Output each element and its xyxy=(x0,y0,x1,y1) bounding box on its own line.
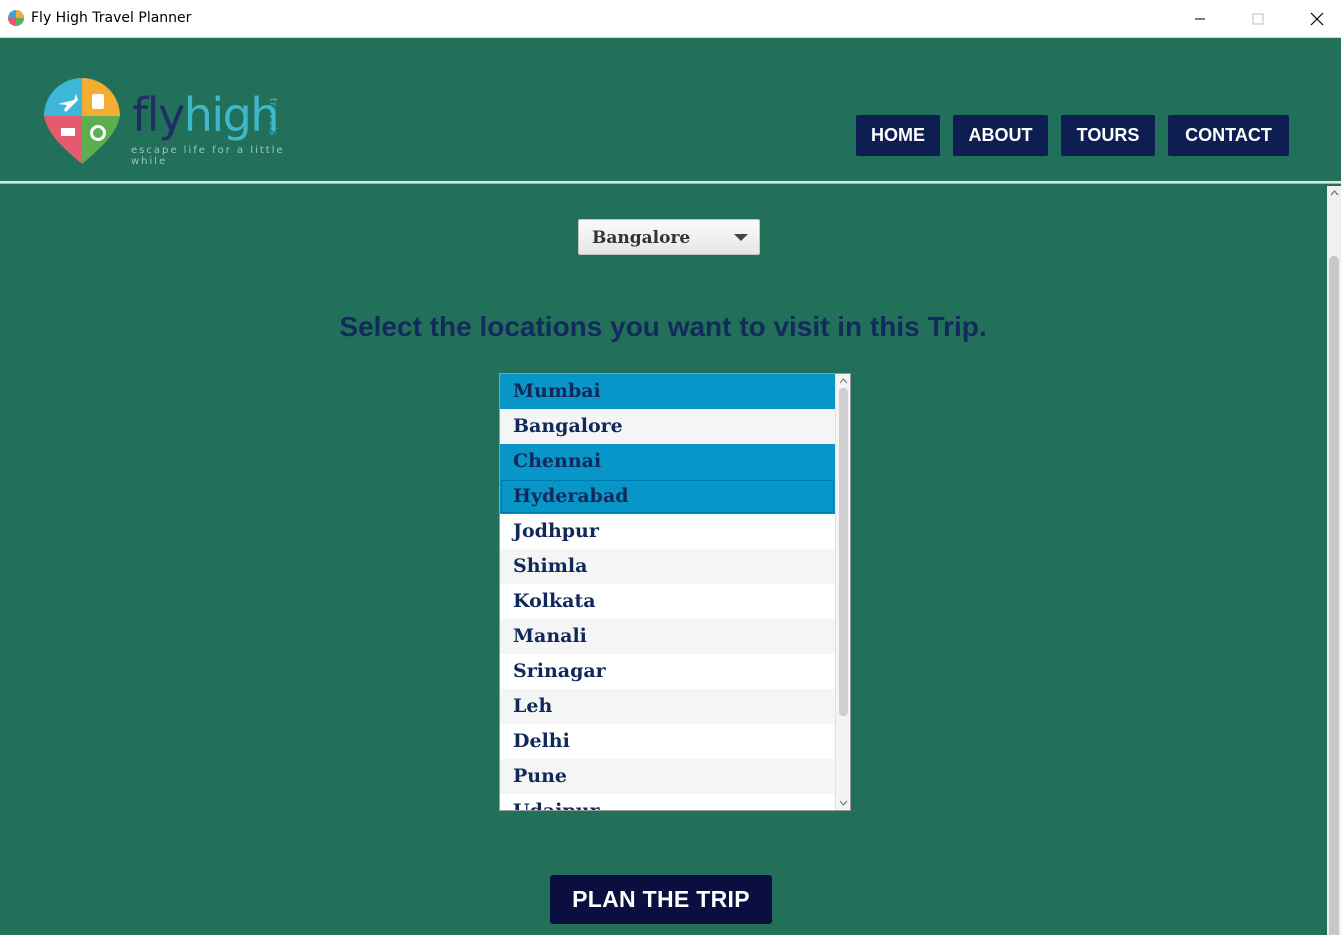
page-scroll-thumb[interactable] xyxy=(1329,256,1339,935)
location-item-srinagar[interactable]: Srinagar xyxy=(500,654,835,689)
globe-app-icon xyxy=(8,10,24,26)
list-scroll-up-button[interactable] xyxy=(836,374,850,388)
location-item-leh[interactable]: Leh xyxy=(500,689,835,724)
minimize-button[interactable] xyxy=(1171,0,1229,38)
close-button[interactable] xyxy=(1288,0,1341,38)
logo-fly-text: fly xyxy=(132,88,185,142)
window-titlebar: Fly High Travel Planner xyxy=(0,0,1341,38)
maximize-icon xyxy=(1252,13,1264,25)
list-scroll-down-button[interactable] xyxy=(836,796,850,810)
minimize-icon xyxy=(1195,18,1205,20)
logo-side-text: travels xyxy=(267,98,278,136)
location-item-shimla[interactable]: Shimla xyxy=(500,549,835,584)
location-item-chennai[interactable]: Chennai xyxy=(500,444,835,479)
location-item-pune[interactable]: Pune xyxy=(500,759,835,794)
source-city-dropdown[interactable]: Bangalore xyxy=(578,219,760,255)
locations-list[interactable]: Mumbai Bangalore Chennai Hyderabad Jodhpur Sh… xyxy=(500,374,835,810)
page-scrollbar[interactable] xyxy=(1327,186,1341,935)
scroll-up-button[interactable] xyxy=(1327,186,1341,200)
logo-tagline: escape life for a little while xyxy=(131,145,285,167)
site-header: flyhigh travels escape life for a little… xyxy=(0,38,1341,183)
source-city-value: Bangalore xyxy=(592,228,691,248)
location-item-delhi[interactable]: Delhi xyxy=(500,724,835,759)
list-scrollbar[interactable] xyxy=(835,374,850,810)
nav-home-button[interactable]: HOME xyxy=(856,115,940,156)
chevron-up-icon xyxy=(1330,190,1338,196)
plan-trip-button[interactable]: PLAN THE TRIP xyxy=(550,875,772,924)
location-item-mumbai[interactable]: Mumbai xyxy=(500,374,835,409)
location-item-hyderabad[interactable]: Hyderabad xyxy=(500,479,835,514)
nav-contact-button[interactable]: CONTACT xyxy=(1168,115,1289,156)
logo-wordmark: flyhigh xyxy=(132,92,280,138)
location-item-manali[interactable]: Manali xyxy=(500,619,835,654)
flyhigh-logo[interactable]: flyhigh travels escape life for a little… xyxy=(44,78,304,168)
window-title: Fly High Travel Planner xyxy=(31,10,192,26)
logo-high-text: high xyxy=(183,88,280,142)
page-heading: Select the locations you want to visit i… xyxy=(339,311,987,342)
list-scroll-thumb[interactable] xyxy=(839,388,848,716)
chevron-down-icon xyxy=(734,234,748,241)
location-item-bangalore[interactable]: Bangalore xyxy=(500,409,835,444)
location-pin-logo-icon xyxy=(44,78,120,164)
maximize-button[interactable] xyxy=(1229,0,1287,38)
location-item-udaipur[interactable]: Udaipur xyxy=(500,794,835,810)
chevron-up-icon xyxy=(839,378,848,384)
chevron-down-icon xyxy=(839,800,848,806)
locations-listbox[interactable]: Mumbai Bangalore Chennai Hyderabad Jodhpur Sh… xyxy=(499,373,851,811)
nav-about-button[interactable]: ABOUT xyxy=(953,115,1048,156)
header-divider xyxy=(0,181,1341,184)
close-icon xyxy=(1310,12,1324,26)
nav-tours-button[interactable]: TOURS xyxy=(1061,115,1155,156)
location-item-kolkata[interactable]: Kolkata xyxy=(500,584,835,619)
location-item-jodhpur[interactable]: Jodhpur xyxy=(500,514,835,549)
